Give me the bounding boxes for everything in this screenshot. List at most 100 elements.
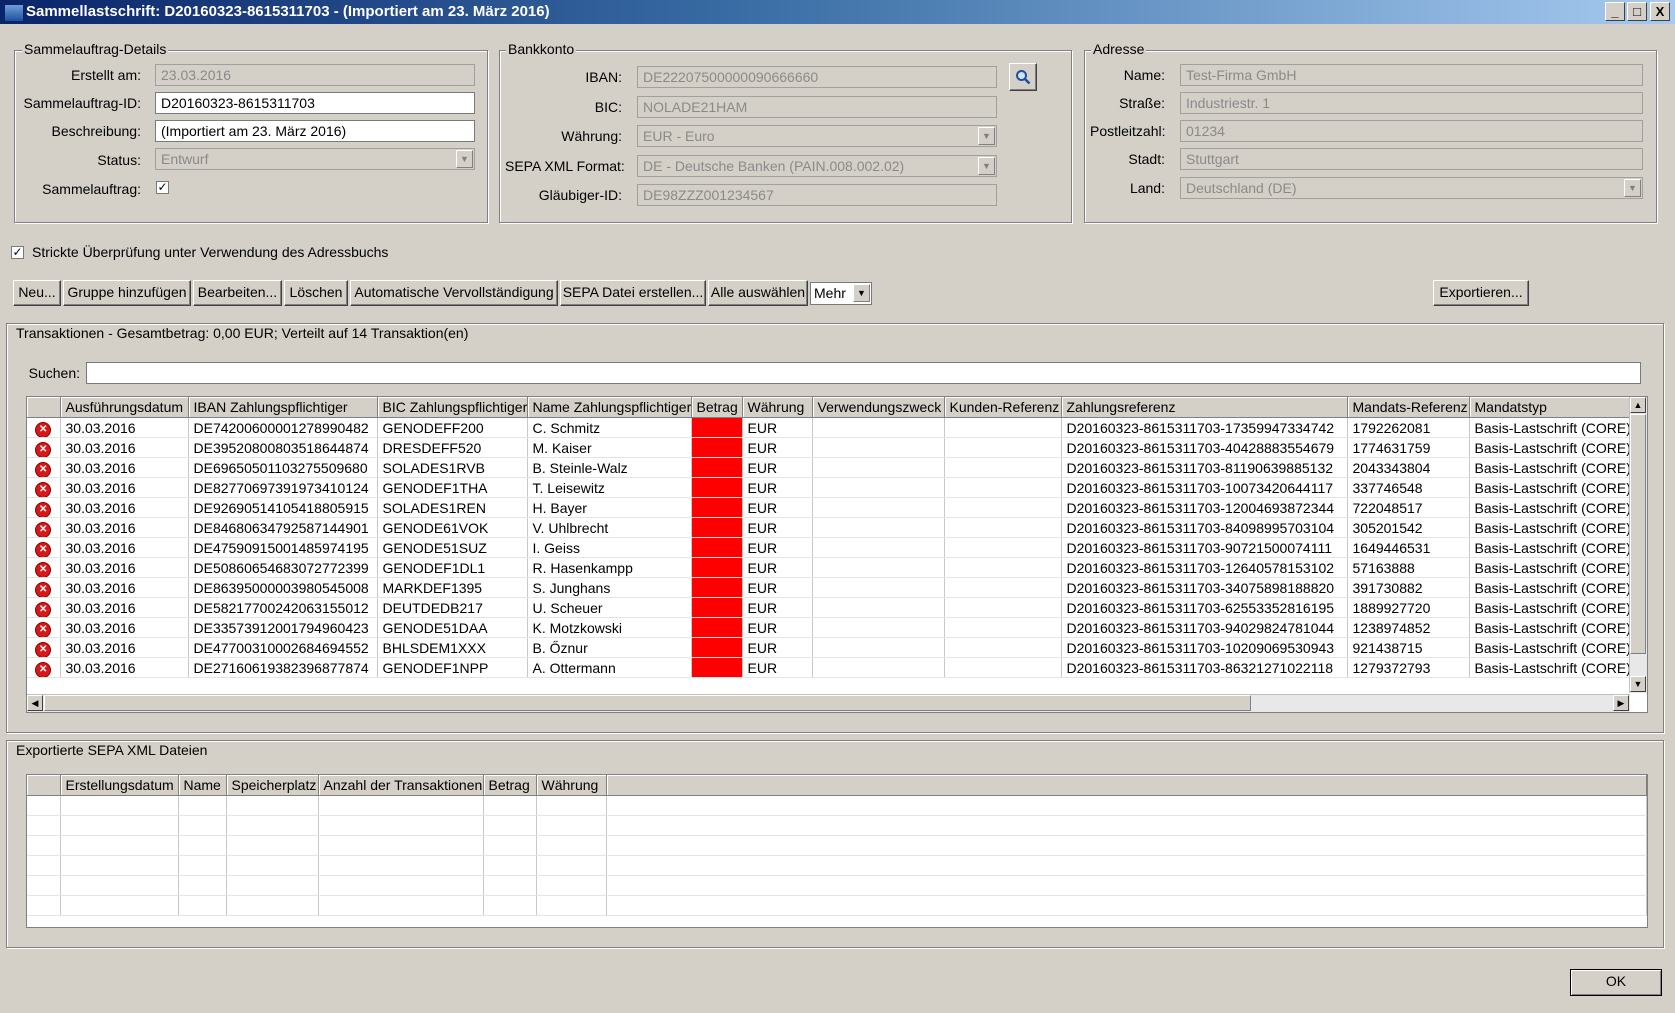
column-header[interactable]: Mandatstyp — [1469, 397, 1631, 418]
table-row[interactable]: ✕ 30.03.2016 DE47590915001485974195 GENODE5… — [27, 537, 1631, 558]
table-cell — [178, 855, 227, 876]
table-cell: 30.03.2016 — [60, 477, 189, 498]
export-button[interactable]: Exportieren... — [1433, 280, 1529, 306]
batch-id-field[interactable]: D20160323-8615311703 — [155, 92, 475, 114]
table-cell — [606, 895, 1647, 916]
close-button[interactable]: X — [1650, 2, 1670, 21]
sepa-format-select[interactable]: DE - Deutsche Banken (PAIN.008.002.02) ▼ — [637, 155, 997, 177]
column-header[interactable]: Währung — [742, 397, 813, 418]
search-input[interactable] — [86, 362, 1641, 384]
column-header[interactable]: Erstellungsdatum — [60, 775, 179, 796]
status-select[interactable]: Entwurf ▼ — [155, 148, 475, 170]
city-field: Stuttgart — [1180, 148, 1643, 170]
column-header[interactable]: Ausführungsdatum — [60, 397, 189, 418]
table-row[interactable]: ✕ 30.03.2016 DE69650501103275509680 SOLADES… — [27, 457, 1631, 478]
chevron-down-icon[interactable]: ▼ — [978, 157, 995, 175]
table-row[interactable]: ✕ 30.03.2016 DE84680634792587144901 GENODE6… — [27, 517, 1631, 538]
column-header[interactable]: Währung — [536, 775, 607, 796]
autocomplete-button[interactable]: Automatische Vervollständigung — [350, 280, 558, 306]
transactions-legend: Transaktionen - Gesamtbetrag: 0,00 EUR; … — [14, 325, 471, 341]
description-field[interactable]: (Importiert am 23. März 2016) — [155, 120, 475, 142]
table-row[interactable]: ✕ 30.03.2016 DE33573912001794960423 GENODE5… — [27, 617, 1631, 638]
error-icon: ✕ — [36, 542, 51, 557]
table-row[interactable]: ✕ 30.03.2016 DE27160619382396877874 GENODEF… — [27, 657, 1631, 678]
chevron-down-icon[interactable]: ▼ — [1624, 179, 1641, 197]
vertical-scroll-thumb[interactable] — [1630, 414, 1646, 654]
table-cell: EUR — [742, 617, 813, 638]
column-header[interactable]: Anzahl der Transaktionen — [318, 775, 484, 796]
name-field: Test-Firma GmbH — [1180, 64, 1643, 86]
amount-cell — [691, 557, 743, 578]
create-sepa-button[interactable]: SEPA Datei erstellen... — [560, 280, 706, 306]
scroll-right-icon[interactable]: ▶ — [1613, 695, 1629, 711]
chevron-down-icon[interactable]: ▼ — [456, 150, 473, 168]
column-header[interactable] — [606, 775, 1647, 796]
error-icon: ✕ — [36, 662, 51, 677]
column-header[interactable]: Kunden-Referenz — [944, 397, 1062, 418]
column-header[interactable] — [27, 775, 61, 796]
column-header[interactable]: Name Zahlungspflichtiger — [527, 397, 692, 418]
street-label: Straße: — [1119, 95, 1165, 111]
table-row[interactable]: ✕ 30.03.2016 DE74200600001278990482 GENODEF… — [27, 417, 1631, 438]
batch-checkbox[interactable]: ✓ — [156, 181, 169, 194]
table-cell: EUR — [742, 417, 813, 438]
table-cell: D20160323-8615311703-86321271022118 — [1061, 657, 1348, 678]
column-header[interactable]: BIC Zahlungspflichtiger — [377, 397, 528, 418]
column-header[interactable]: Betrag — [483, 775, 537, 796]
table-cell: S. Junghans — [527, 577, 692, 598]
table-cell: 305201542 — [1347, 517, 1470, 538]
table-cell: 1649446531 — [1347, 537, 1470, 558]
table-cell — [812, 537, 945, 558]
currency-select[interactable]: EUR - Euro ▼ — [637, 125, 997, 147]
scroll-down-icon[interactable]: ▼ — [1630, 676, 1646, 692]
column-header[interactable] — [27, 397, 61, 418]
column-header[interactable]: Zahlungsreferenz — [1061, 397, 1348, 418]
table-cell — [944, 457, 1062, 478]
table-row[interactable]: ✕ 30.03.2016 DE50860654683072772399 GENODEF… — [27, 557, 1631, 578]
vertical-scrollbar[interactable]: ▲ ▼ — [1629, 397, 1647, 693]
batch-id-label: Sammelauftrag-ID: — [23, 95, 141, 111]
table-row[interactable]: ✕ 30.03.2016 DE47700310002684694552 BHLSDEM… — [27, 637, 1631, 658]
amount-cell — [691, 457, 743, 478]
table-cell: EUR — [742, 597, 813, 618]
edit-button[interactable]: Bearbeiten... — [193, 280, 282, 306]
chevron-down-icon[interactable]: ▼ — [853, 284, 870, 302]
column-header[interactable]: Mandats-Referenz — [1347, 397, 1470, 418]
add-group-button[interactable]: Gruppe hinzufügen — [63, 280, 191, 306]
table-cell: DRESDEFF520 — [377, 437, 528, 458]
scroll-up-icon[interactable]: ▲ — [1630, 397, 1646, 413]
table-row[interactable]: ✕ 30.03.2016 DE39520800803518644874 DRESDEF… — [27, 437, 1631, 458]
table-row[interactable]: ✕ 30.03.2016 DE86395000003980545008 MARKDEF… — [27, 577, 1631, 598]
table-cell: 30.03.2016 — [60, 557, 189, 578]
table-cell — [944, 517, 1062, 538]
minimize-button[interactable]: _ — [1605, 2, 1625, 21]
table-cell — [483, 835, 537, 856]
new-button[interactable]: Neu... — [13, 280, 61, 306]
table-cell: Basis-Lastschrift (CORE) — [1469, 497, 1631, 518]
column-header[interactable]: Betrag — [691, 397, 743, 418]
table-row[interactable]: ✕ 30.03.2016 DE92690514105418805915 SOLADES… — [27, 497, 1631, 518]
column-header[interactable]: Verwendungszweck — [812, 397, 945, 418]
table-cell: EUR — [742, 537, 813, 558]
column-header[interactable]: Speicherplatz — [226, 775, 319, 796]
row-status-cell: ✕ — [27, 457, 61, 478]
column-header[interactable]: Name — [178, 775, 227, 796]
maximize-button[interactable]: □ — [1627, 2, 1647, 21]
table-row[interactable]: ✕ 30.03.2016 DE82770697391973410124 GENODEF… — [27, 477, 1631, 498]
horizontal-scroll-thumb[interactable] — [44, 695, 1251, 711]
strict-check-checkbox[interactable]: ✓ — [11, 246, 24, 259]
select-all-button[interactable]: Alle auswählen — [708, 280, 808, 306]
country-select[interactable]: Deutschland (DE) ▼ — [1180, 177, 1643, 199]
table-row — [27, 895, 1647, 916]
horizontal-scrollbar[interactable]: ◀ ▶ — [27, 694, 1630, 712]
column-header[interactable]: IBAN Zahlungspflichtiger — [188, 397, 378, 418]
table-cell — [812, 657, 945, 678]
delete-button[interactable]: Löschen — [284, 280, 348, 306]
search-iban-button[interactable] — [1009, 63, 1037, 91]
table-cell — [606, 795, 1647, 816]
ok-button[interactable]: OK — [1570, 969, 1662, 996]
scroll-left-icon[interactable]: ◀ — [27, 695, 43, 711]
chevron-down-icon[interactable]: ▼ — [978, 127, 995, 145]
more-select[interactable]: Mehr ▼ — [810, 282, 872, 305]
table-row[interactable]: ✕ 30.03.2016 DE58217700242063155012 DEUTDED… — [27, 597, 1631, 618]
